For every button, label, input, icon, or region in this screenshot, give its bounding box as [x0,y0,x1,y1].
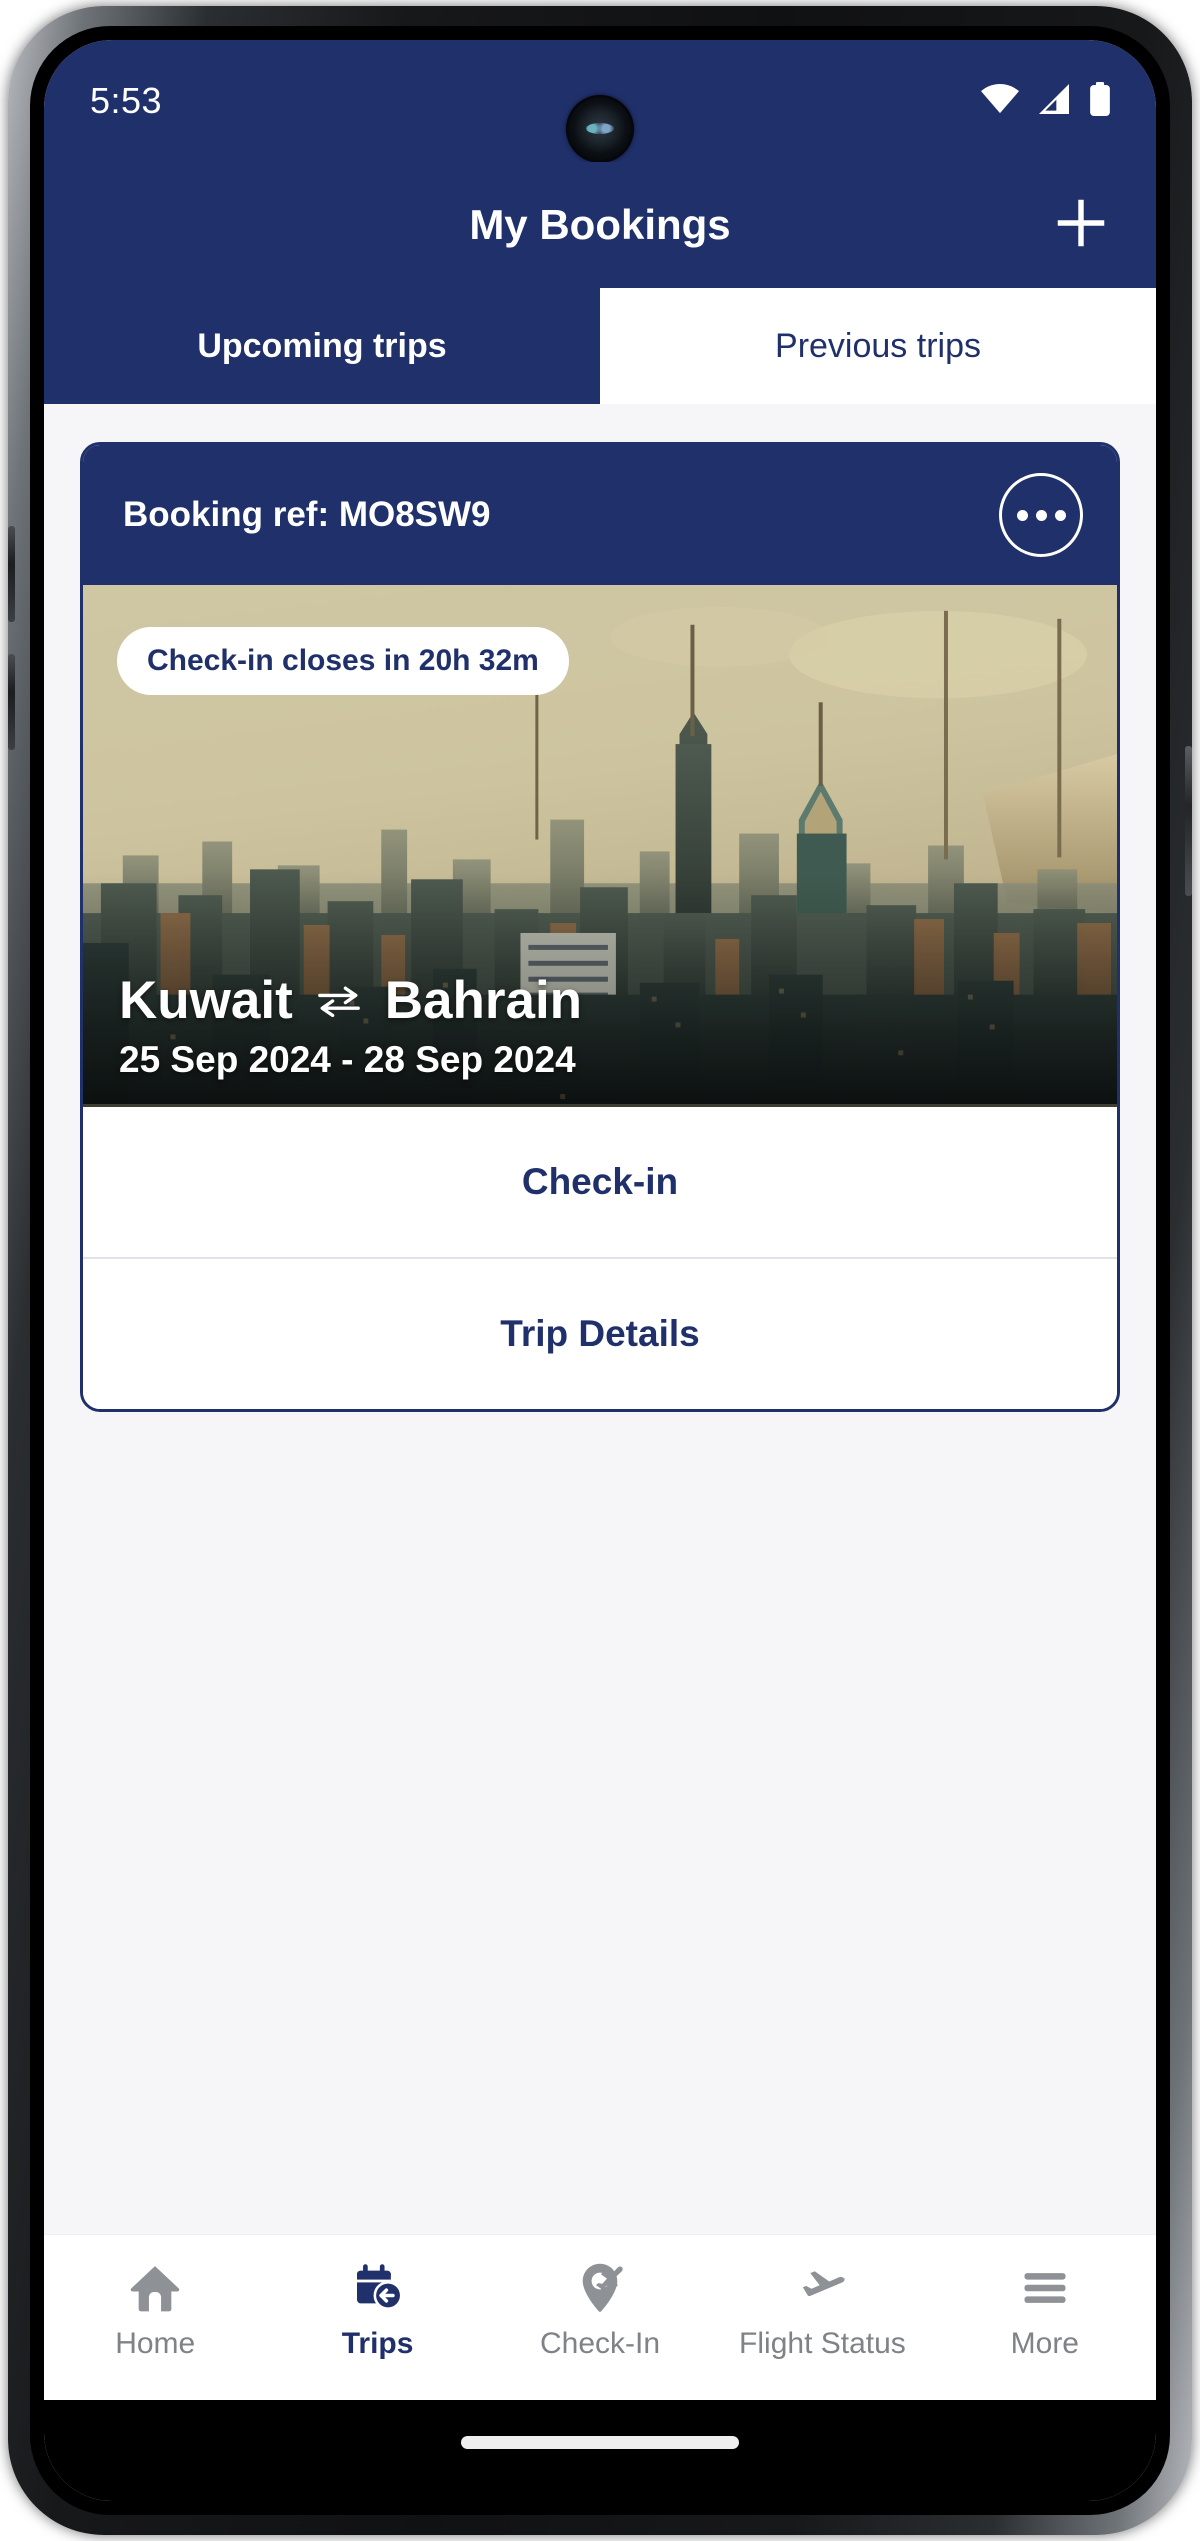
tab-upcoming-trips[interactable]: Upcoming trips [44,288,600,404]
destination-hero-image: Check-in closes in 20h 32m Kuwait Bahrai… [83,585,1117,1107]
tab-previous-trips[interactable]: Previous trips [600,288,1156,404]
bottom-navigation-bar: Home Trips Check-In Flight Status More [44,2234,1156,2400]
home-icon [127,2257,183,2319]
overflow-menu-icon [1054,509,1066,521]
phone-device-frame: 5:53 My Bookings Upcoming trips Previous… [8,6,1192,2535]
status-bar-icons [980,81,1112,121]
nav-item-trips[interactable]: Trips [266,2257,488,2361]
nav-item-check-in[interactable]: Check-In [489,2257,711,2361]
hamburger-menu-icon [1017,2257,1073,2319]
trip-route: Kuwait Bahrain [119,970,582,1031]
checkin-countdown-badge: Check-in closes in 20h 32m [117,627,569,695]
system-gesture-area [44,2400,1156,2501]
nav-item-home[interactable]: Home [44,2257,266,2361]
check-in-button-label: Check-in [521,1161,679,1202]
trips-tab-bar: Upcoming trips Previous trips [44,288,1156,404]
wifi-icon [980,83,1020,119]
phone-screen: 5:53 My Bookings Upcoming trips Previous… [44,40,1156,2501]
trip-summary: Kuwait Bahrain 25 Sep 2024 - 28 Sep 2024 [119,970,582,1081]
front-camera-punch-hole [569,98,631,160]
home-gesture-pill[interactable] [461,2436,739,2449]
trips-list-content: Booking ref: MO8SW9 Check-in closes in 2… [44,404,1156,2234]
booking-overflow-menu-button[interactable] [999,473,1083,557]
round-trip-arrows-icon [315,970,363,1031]
app-bar: My Bookings [44,162,1156,288]
overflow-menu-icon [1016,509,1028,521]
booking-card-header: Booking ref: MO8SW9 [83,445,1117,585]
battery-icon [1088,81,1112,121]
tab-upcoming-trips-label: Upcoming trips [197,326,447,365]
checkin-pin-icon [572,2257,628,2319]
cellular-signal-icon [1036,83,1072,119]
power-button[interactable] [1185,746,1192,896]
volume-down-button[interactable] [8,654,15,750]
tab-previous-trips-label: Previous trips [775,326,981,365]
nav-item-check-in-label: Check-In [539,2327,661,2360]
trip-destination: Bahrain [384,971,583,1030]
add-booking-button[interactable] [1044,188,1118,262]
check-in-button[interactable]: Check-in [83,1107,1117,1257]
volume-up-button[interactable] [8,526,15,622]
trip-dates: 25 Sep 2024 - 28 Sep 2024 [119,1039,576,1080]
trip-origin: Kuwait [119,971,293,1030]
plus-icon [1050,192,1112,259]
nav-item-flight-status-label: Flight Status [739,2327,906,2360]
booking-reference: Booking ref: MO8SW9 [123,495,491,534]
trip-details-button[interactable]: Trip Details [83,1259,1117,1409]
trips-calendar-icon [350,2257,406,2319]
status-bar: 5:53 [44,40,1156,162]
page-title: My Bookings [469,201,731,248]
nav-item-home-label: Home [115,2327,196,2360]
nav-item-trips-label: Trips [341,2327,414,2360]
booking-card[interactable]: Booking ref: MO8SW9 Check-in closes in 2… [80,442,1120,1412]
nav-item-more[interactable]: More [934,2257,1156,2361]
nav-item-more-label: More [1010,2327,1079,2360]
trip-details-button-label: Trip Details [500,1313,700,1354]
nav-item-flight-status[interactable]: Flight Status [711,2257,933,2361]
overflow-menu-icon [1035,509,1047,521]
airplane-icon [794,2257,850,2319]
status-bar-clock: 5:53 [90,80,163,121]
